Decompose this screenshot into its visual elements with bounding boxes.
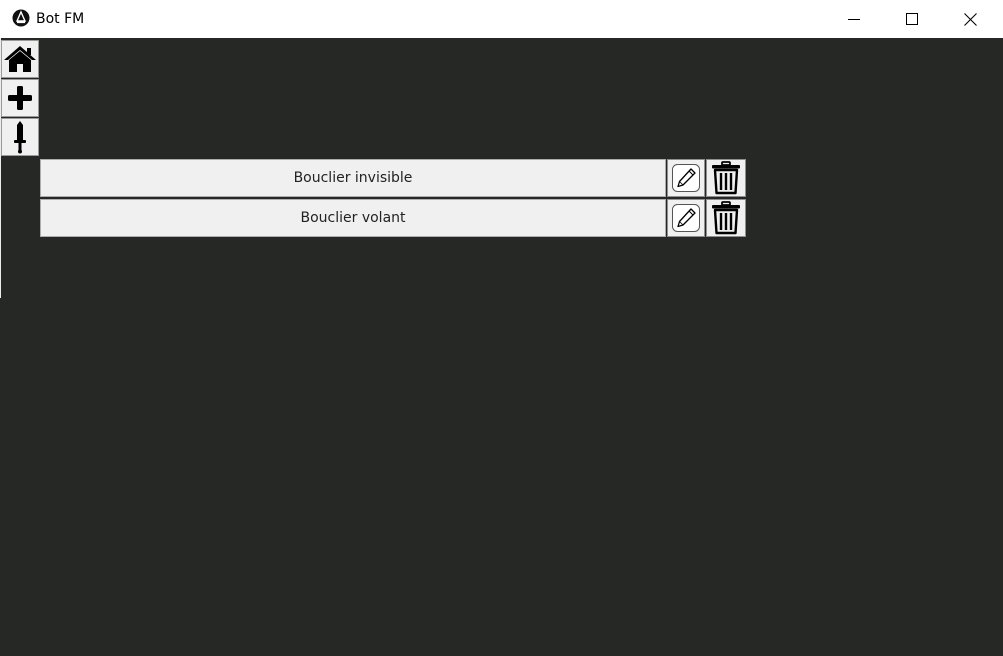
maximize-icon — [906, 13, 918, 25]
list-item-label: Bouclier invisible — [293, 170, 413, 186]
plus-icon — [8, 86, 32, 110]
minimize-icon — [848, 19, 860, 20]
close-icon — [963, 12, 977, 26]
delete-button[interactable] — [706, 199, 746, 237]
close-button[interactable] — [942, 0, 998, 38]
sword-icon — [14, 121, 26, 154]
title-bar[interactable]: Bot FM — [0, 0, 1003, 38]
edit-button[interactable] — [667, 159, 705, 197]
list-item: Bouclier invisible — [40, 159, 746, 197]
trash-icon — [712, 161, 740, 195]
pencil-icon — [672, 204, 700, 232]
app-window: Bot FM Bouclier invisible Bouclier volan… — [0, 0, 1003, 656]
list-item-label: Bouclier volant — [300, 210, 406, 226]
window-title: Bot FM — [36, 11, 85, 27]
maximize-button[interactable] — [884, 0, 940, 38]
minimize-button[interactable] — [826, 0, 882, 38]
add-button[interactable] — [1, 79, 39, 117]
list-item: Bouclier volant — [40, 199, 746, 237]
home-button[interactable] — [1, 40, 39, 78]
list-item-button[interactable]: Bouclier volant — [40, 199, 666, 237]
edit-button[interactable] — [667, 199, 705, 237]
home-icon — [4, 46, 36, 72]
bot-logo-icon — [12, 9, 30, 27]
list-item-button[interactable]: Bouclier invisible — [40, 159, 666, 197]
sword-button[interactable] — [1, 118, 39, 156]
pencil-icon — [672, 164, 700, 192]
delete-button[interactable] — [706, 159, 746, 197]
trash-icon — [712, 201, 740, 235]
